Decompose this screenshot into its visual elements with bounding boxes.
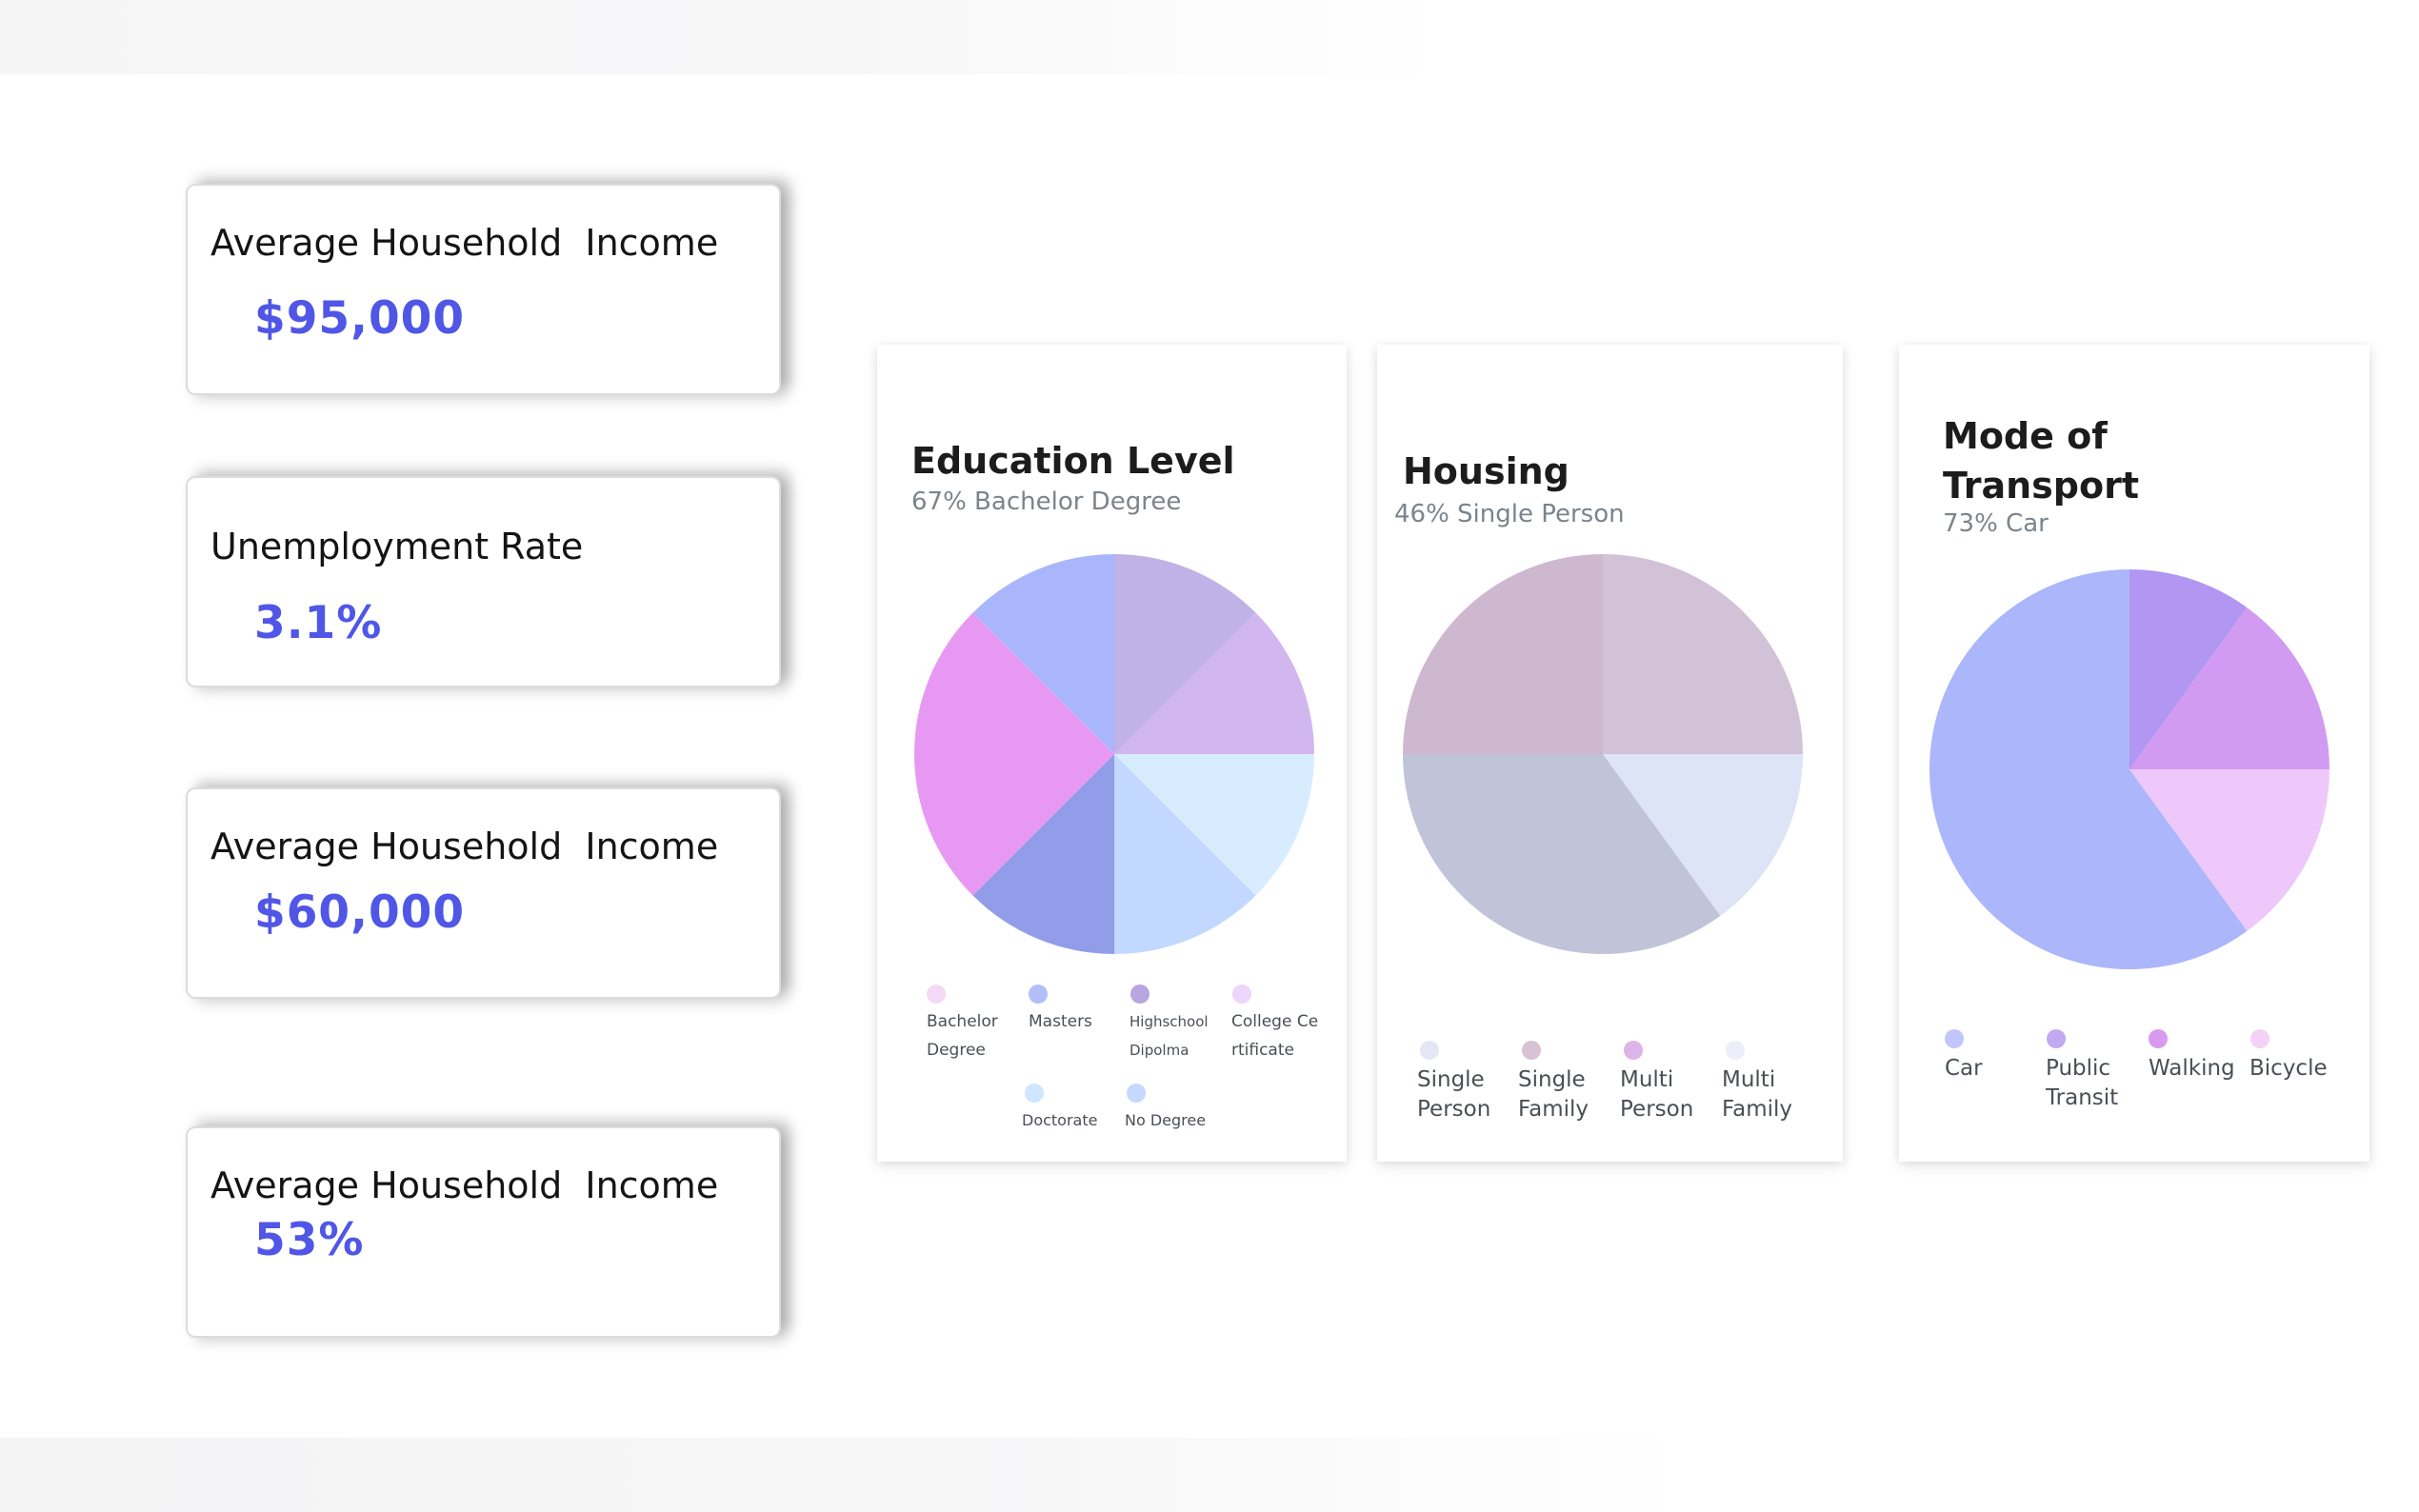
- legend-dot: [1029, 985, 1048, 1004]
- stat-card-income-1: Average Household Income $95,000: [186, 184, 781, 395]
- bottom-band: [0, 1438, 2419, 1512]
- chart-subtitle: 73% Car: [1943, 509, 2049, 538]
- legend-dot: [2047, 1029, 2066, 1048]
- legend-dot: [1130, 985, 1150, 1004]
- pie-slice: [1603, 554, 1803, 754]
- top-band: [0, 0, 2419, 74]
- chart-title: Mode of Transport: [1943, 415, 2140, 507]
- legend-label: Doctorate: [1022, 1111, 1098, 1129]
- legend-dot: [1232, 985, 1251, 1004]
- legend-dot: [2250, 1029, 2269, 1048]
- legend-label: Bachelor Degree: [927, 1012, 998, 1060]
- legend-dot: [1945, 1029, 1964, 1048]
- legend-dot: [1522, 1041, 1541, 1060]
- legend-dot: [2149, 1029, 2168, 1048]
- legend-label: Highschool Dipolma: [1130, 1013, 1209, 1059]
- legend-dot: [1025, 1084, 1044, 1103]
- stat-title: Average Household Income: [210, 222, 719, 264]
- legend-label: Walking: [2149, 1056, 2235, 1081]
- legend-label: College Certificate: [1231, 1012, 1319, 1060]
- legend-label: Car: [1945, 1056, 1983, 1081]
- stat-card-income-3: Average Household Income 53%: [186, 1126, 781, 1338]
- education-chart-card: Education Level 67% Bachelor Degree Bach…: [877, 345, 1347, 1162]
- stat-value: 53%: [254, 1214, 365, 1266]
- transport-chart-card: Mode of Transport 73% Car Car Public Tra…: [1899, 345, 2369, 1162]
- legend-label: Public Transit: [2046, 1056, 2119, 1110]
- legend-label: Multi Person: [1620, 1067, 1694, 1122]
- legend-label: Single Person: [1417, 1067, 1491, 1122]
- legend-dot: [1127, 1084, 1146, 1103]
- stat-card-income-2: Average Household Income $60,000: [186, 787, 781, 999]
- stat-card-unemployment: Unemployment Rate 3.1%: [186, 476, 781, 687]
- pie-slice: [1403, 554, 1603, 754]
- legend-dot: [1726, 1041, 1745, 1060]
- stat-value: 3.1%: [254, 597, 383, 649]
- stat-value: $95,000: [254, 292, 466, 345]
- chart-subtitle: 67% Bachelor Degree: [911, 487, 1182, 516]
- chart-title: Housing: [1403, 450, 1569, 492]
- stat-value: $60,000: [254, 886, 466, 939]
- legend-label: Masters: [1029, 1012, 1092, 1031]
- legend-label: No Degree: [1125, 1111, 1207, 1129]
- stat-title: Unemployment Rate: [210, 526, 584, 567]
- legend-label: Single Family: [1518, 1067, 1589, 1122]
- legend-label: Multi Family: [1722, 1067, 1793, 1122]
- legend-dot: [1420, 1041, 1439, 1060]
- stat-title: Average Household Income: [210, 1164, 719, 1206]
- chart-subtitle: 46% Single Person: [1394, 500, 1625, 528]
- legend-dot: [927, 985, 946, 1004]
- housing-chart-card: Housing 46% Single Person Single Person …: [1377, 345, 1843, 1162]
- legend-dot: [1624, 1041, 1643, 1060]
- chart-title: Education Level: [911, 440, 1235, 482]
- legend-label: Bicycle: [2249, 1056, 2328, 1081]
- stat-title: Average Household Income: [210, 826, 719, 867]
